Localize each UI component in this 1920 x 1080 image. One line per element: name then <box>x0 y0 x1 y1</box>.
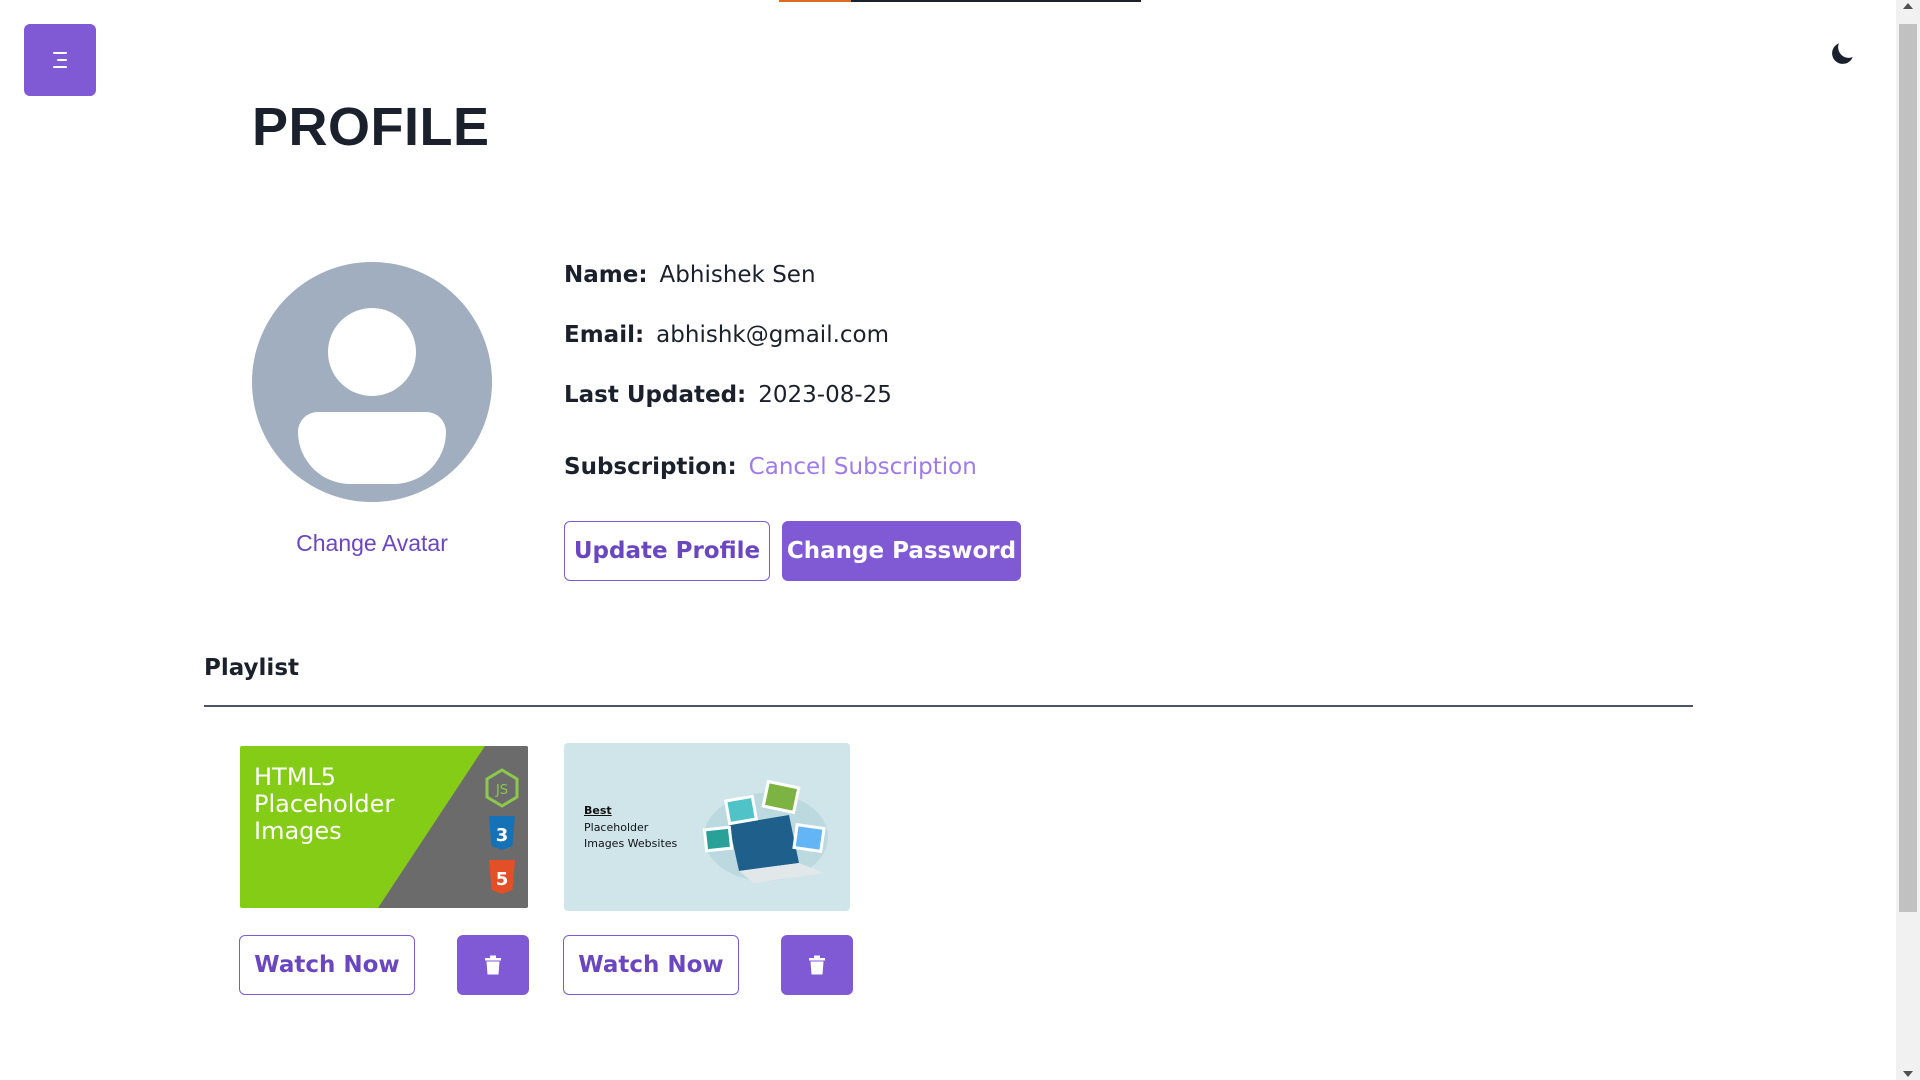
playlist-heading: Playlist <box>204 655 299 681</box>
theme-toggle-button[interactable] <box>1824 36 1860 72</box>
last-updated-value: 2023-08-25 <box>758 382 892 408</box>
thumbnail-1-text: HTML5 Placeholder Images <box>254 764 394 845</box>
thumbnail-2-text: Placeholder Images Websites <box>584 820 677 852</box>
menu-button[interactable] <box>24 24 96 96</box>
html5-icon: 5 <box>489 860 515 894</box>
thumbnail-1-line: Images <box>254 817 342 845</box>
profile-page: PROFILE Change Avatar Name: Abhishek Sen… <box>0 0 1920 1080</box>
playlist-thumbnail-2[interactable]: Best Placeholder Images Websites <box>564 743 850 911</box>
loading-bar <box>779 0 1141 2</box>
email-row: Email: abhishk@gmail.com <box>564 322 889 348</box>
scrollbar-thumb[interactable] <box>1899 24 1917 912</box>
update-profile-button[interactable]: Update Profile <box>564 521 770 581</box>
user-avatar-icon <box>252 262 492 502</box>
email-label: Email: <box>564 322 645 348</box>
cancel-subscription-link[interactable]: Cancel Subscription <box>749 454 977 480</box>
change-avatar-button[interactable]: Change Avatar <box>252 530 492 557</box>
svg-text:5: 5 <box>496 869 509 890</box>
thumbnail-2-line: Images Websites <box>584 837 678 850</box>
trash-icon <box>485 955 501 975</box>
last-updated-row: Last Updated: 2023-08-25 <box>564 382 892 408</box>
nodejs-icon: JS <box>485 768 519 808</box>
delete-playlist-item-button[interactable] <box>457 935 529 995</box>
scroll-down-arrow-icon[interactable] <box>1903 1071 1913 1077</box>
subscription-row: Subscription: Cancel Subscription <box>564 454 977 480</box>
thumbnail-1-line: HTML5 <box>254 763 337 791</box>
svg-text:JS: JS <box>495 783 508 798</box>
name-row: Name: Abhishek Sen <box>564 262 816 288</box>
watch-now-button[interactable]: Watch Now <box>239 935 415 995</box>
laptop-images-illustration-icon <box>702 779 828 883</box>
playlist-divider <box>204 705 1693 707</box>
email-value: abhishk@gmail.com <box>656 322 890 348</box>
delete-playlist-item-button[interactable] <box>781 935 853 995</box>
playlist-thumbnail-1[interactable]: HTML5 Placeholder Images JS 3 5 <box>240 746 528 908</box>
scroll-up-arrow-icon[interactable] <box>1903 3 1913 9</box>
css3-icon: 3 <box>489 816 515 850</box>
svg-text:3: 3 <box>496 825 509 846</box>
page-scrollbar[interactable] <box>1896 0 1920 1080</box>
thumbnail-2-line: Placeholder <box>584 821 649 834</box>
page-title: PROFILE <box>252 97 490 157</box>
subscription-label: Subscription: <box>564 454 737 480</box>
moon-icon <box>1832 43 1853 64</box>
thumbnail-2-title: Best <box>584 804 612 817</box>
name-label: Name: <box>564 262 648 288</box>
change-password-button[interactable]: Change Password <box>782 521 1021 581</box>
name-value: Abhishek Sen <box>659 262 816 288</box>
last-updated-label: Last Updated: <box>564 382 747 408</box>
trash-icon <box>809 955 825 975</box>
loading-bar-progress <box>779 0 851 2</box>
thumbnail-1-line: Placeholder <box>254 790 395 818</box>
menu-icon <box>53 52 67 68</box>
watch-now-button[interactable]: Watch Now <box>563 935 739 995</box>
